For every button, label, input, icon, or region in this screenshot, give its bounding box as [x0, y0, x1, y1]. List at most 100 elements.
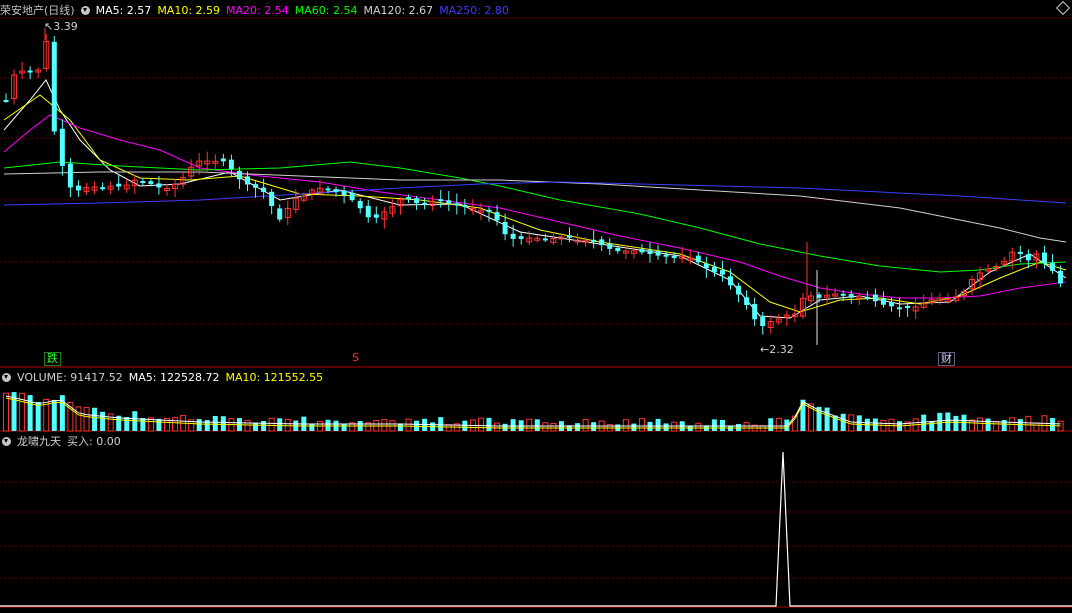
stock-title: 荣安地产(日线)	[0, 4, 75, 17]
volume-bar	[663, 423, 669, 431]
volume-header: VOLUME: 91417.52 MA5: 122528.72 MA10: 12…	[0, 368, 329, 386]
volume-bar	[27, 395, 33, 431]
candle-body	[446, 200, 452, 204]
candle-body	[438, 199, 444, 202]
volume-bar	[486, 417, 492, 431]
candle-body	[27, 70, 33, 73]
candle-body	[333, 189, 339, 193]
volume-bar	[768, 418, 774, 431]
candle-body	[228, 159, 234, 170]
volume-bar	[244, 419, 251, 432]
candle-body	[116, 183, 122, 187]
volume-bar	[671, 421, 678, 432]
volume-ma10: MA10: 121552.55	[225, 370, 324, 384]
volume-menu-icon[interactable]	[2, 372, 11, 382]
candle-body	[140, 181, 146, 184]
volume-bar	[75, 406, 82, 432]
volume-bar	[325, 419, 331, 431]
volume-bar	[575, 423, 581, 431]
candle-body	[840, 293, 846, 296]
volume-bar	[51, 400, 57, 431]
volume-bar	[284, 418, 291, 432]
candle-body	[100, 187, 106, 190]
marker-s[interactable]: S	[350, 352, 361, 364]
candle-body	[711, 266, 717, 273]
candle-body	[760, 317, 766, 326]
volume-bar	[542, 422, 549, 432]
candle-body	[607, 243, 613, 249]
candle-body	[156, 183, 162, 188]
volume-bar	[405, 418, 412, 432]
volume-bar	[494, 422, 501, 432]
marker-drop[interactable]: 跌	[44, 352, 61, 366]
candle-body	[744, 297, 750, 305]
volume-bar	[937, 412, 943, 431]
volume-bar	[438, 417, 444, 431]
volume-bar	[309, 423, 315, 431]
volume-bar	[695, 422, 702, 432]
volume-bar	[969, 419, 975, 432]
ma20-label: MA20: 2.54	[226, 3, 289, 17]
candle-body	[510, 233, 516, 239]
volume-bar	[993, 420, 1000, 432]
stock-chart-window[interactable]: 荣安地产(日线) MA5: 2.57 MA10: 2.59 MA20: 2.54…	[0, 0, 1072, 613]
ma10-label: MA10: 2.59	[157, 3, 221, 17]
candle-body	[59, 128, 65, 166]
volume-bar	[711, 419, 717, 431]
volume-bar	[1025, 415, 1032, 432]
volume-bar	[172, 417, 179, 432]
volume-bar	[156, 418, 162, 431]
candle-body	[245, 176, 250, 185]
volume-bar	[140, 418, 146, 431]
candle-body	[341, 190, 347, 196]
low-price-label: 2.32	[769, 343, 794, 356]
volume-bar	[212, 415, 218, 431]
main-header: 荣安地产(日线) MA5: 2.57 MA10: 2.59 MA20: 2.54…	[0, 1, 515, 19]
volume-bar	[1050, 418, 1055, 431]
volume-bar	[550, 422, 557, 432]
candle-body	[599, 239, 605, 246]
candle-body	[373, 214, 379, 218]
candle-body	[494, 212, 500, 221]
volume-bar	[502, 423, 508, 431]
candle-body	[1050, 263, 1055, 271]
candle-body	[889, 302, 894, 307]
volume-bar	[83, 407, 90, 432]
high-price-annotation: ↖3.39	[44, 20, 78, 33]
candle-body	[905, 305, 911, 308]
ma250-label: MA250: 2.80	[439, 3, 509, 17]
signal-menu-icon[interactable]	[2, 436, 11, 446]
volume-bar	[196, 419, 202, 431]
candle-body	[51, 41, 57, 132]
volume-bar	[124, 417, 130, 431]
low-price-annotation: ←2.32	[760, 343, 794, 356]
volume-bar	[719, 419, 725, 431]
volume-bar	[526, 418, 533, 432]
candle-body	[872, 294, 878, 302]
indicator-menu-icon[interactable]	[80, 5, 90, 15]
candle-body	[67, 163, 73, 188]
volume-bar	[824, 407, 830, 431]
candle-body	[462, 204, 468, 207]
candle-body	[703, 263, 709, 269]
candle-body	[349, 192, 355, 201]
signal-header: 龙啸九天 买入: 0.00	[0, 432, 127, 450]
signal-title: 龙啸九天	[17, 435, 61, 448]
candle-body	[486, 209, 492, 212]
candle-body	[615, 247, 621, 252]
candle-body	[719, 270, 725, 275]
ma-line-1	[3, 94, 1067, 313]
candle-body	[406, 197, 411, 200]
candle-body	[236, 170, 242, 180]
volume-bar	[736, 423, 742, 431]
candle-body	[1058, 270, 1064, 284]
marker-fin[interactable]: 财	[938, 352, 955, 366]
ma60-label: MA60: 2.54	[294, 3, 358, 17]
volume-bar	[341, 423, 347, 431]
chart-canvas[interactable]	[0, 0, 1072, 613]
volume-bar	[100, 411, 106, 431]
candle-body	[897, 307, 903, 310]
candle-body	[1025, 254, 1031, 261]
volume-bar	[591, 422, 597, 431]
high-price-label: 3.39	[53, 20, 78, 33]
